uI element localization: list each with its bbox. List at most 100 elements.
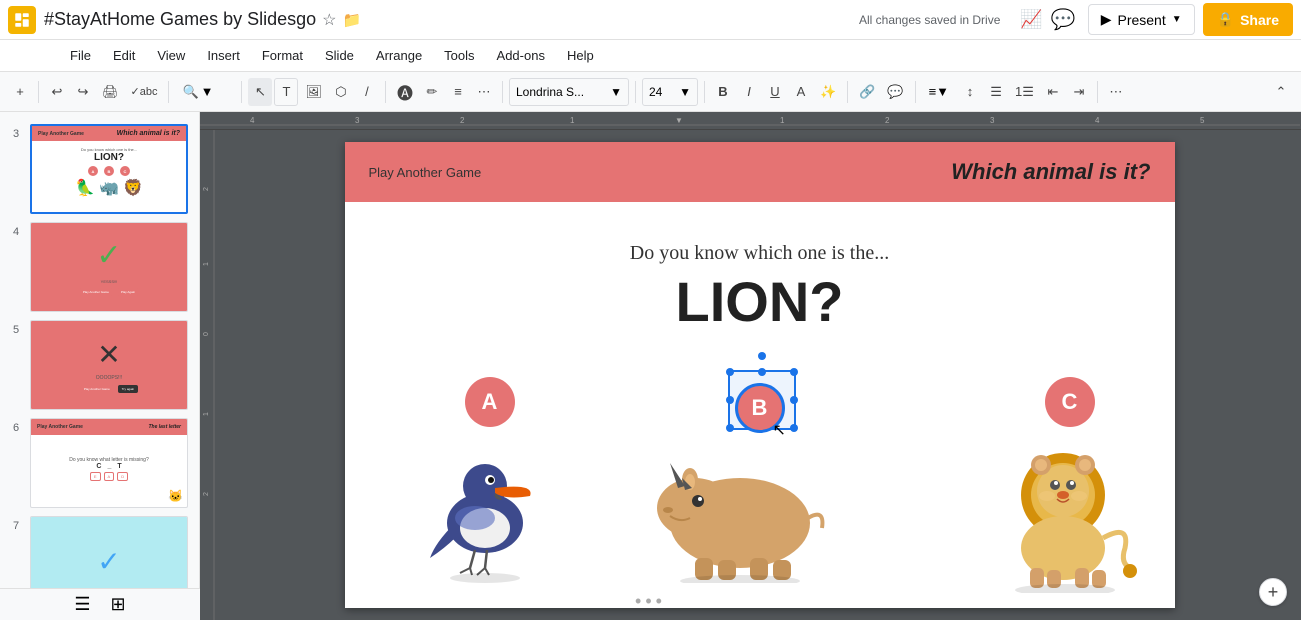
comments-icon[interactable]: 💬 <box>1051 7 1076 32</box>
answer-label-c[interactable]: C <box>1045 377 1095 427</box>
insert-button[interactable]: + <box>8 78 32 106</box>
handle-tl[interactable] <box>726 368 734 376</box>
header-right-text: Which animal is it? <box>951 159 1150 185</box>
answer-label-b[interactable]: B <box>735 383 785 433</box>
menu-addons[interactable]: Add-ons <box>487 44 555 67</box>
numbered-list[interactable]: 1☰ <box>1010 78 1039 106</box>
answer-text: LION? <box>676 269 844 334</box>
fill-color[interactable]: 🅐 <box>392 78 418 106</box>
font-size-arrow: ▼ <box>679 85 691 99</box>
menu-tools[interactable]: Tools <box>434 44 484 67</box>
answer-label-a[interactable]: A <box>465 377 515 427</box>
redo-button[interactable]: ↪ <box>71 78 95 106</box>
underline-button[interactable]: U <box>763 78 787 106</box>
th3-rhino: 🦏 <box>99 178 119 198</box>
present-button[interactable]: ▶ Present ▼ <box>1088 4 1195 35</box>
slide-thumb-5: ✕ OOOOPS!!! Play Another Game Try again <box>30 320 188 410</box>
svg-text:2: 2 <box>203 187 210 191</box>
italic-button[interactable]: I <box>737 78 761 106</box>
align-tool[interactable]: ≡ <box>446 78 470 106</box>
trending-icon: 📈 <box>1020 9 1042 30</box>
text-color-button[interactable]: A <box>789 78 813 106</box>
line-tool[interactable]: / <box>355 78 379 106</box>
handle-tm[interactable] <box>758 368 766 376</box>
menu-bar: File Edit View Insert Format Slide Arran… <box>0 40 1301 72</box>
spellcheck-button[interactable]: ✓abc <box>126 78 163 106</box>
slide-item-5[interactable]: 5 ✕ OOOOPS!!! Play Another Game Try agai… <box>0 316 199 414</box>
cursor-tool[interactable]: ↖ <box>248 78 272 106</box>
menu-view[interactable]: View <box>147 44 195 67</box>
menu-format[interactable]: Format <box>252 44 313 67</box>
sep3 <box>241 81 242 103</box>
link-button[interactable]: 🔗 <box>854 78 880 106</box>
print-button[interactable]: 🖨 <box>97 78 124 106</box>
more-options[interactable]: ⋯ <box>1104 78 1128 106</box>
sep2 <box>168 81 169 103</box>
comment-button[interactable]: 💬 <box>882 78 908 106</box>
zoom-plus-button[interactable]: + <box>1259 578 1287 606</box>
line-spacing[interactable]: ↕ <box>958 78 982 106</box>
canvas-with-ruler: 2 1 0 1 2 Play Another Game Which animal… <box>200 130 1301 620</box>
th4-btn1: Play Another Game <box>79 288 113 296</box>
rotate-handle[interactable] <box>758 352 766 360</box>
th3-circles: A B C <box>88 166 130 176</box>
menu-arrange[interactable]: Arrange <box>366 44 432 67</box>
indent-increase[interactable]: ⇥ <box>1067 78 1091 106</box>
slide-item-6[interactable]: 6 Play Another Game The last letter Do y… <box>0 414 199 512</box>
menu-slide[interactable]: Slide <box>315 44 364 67</box>
slide-item-4[interactable]: 4 ✓ YESSS!!! Play Another Game Play Agai… <box>0 218 199 316</box>
toolbar: + ↩ ↪ 🖨 ✓abc 🔍 ▼ ↖ T 🖼 ⬡ / 🅐 ✏ ≡ ⋯ Londr… <box>0 72 1301 112</box>
zoom-dropdown[interactable]: 🔍 ▼ <box>175 78 235 106</box>
collapse-toolbar[interactable]: ⌃ <box>1269 78 1293 106</box>
bold-button[interactable]: B <box>711 78 735 106</box>
slide-thumb-4: ✓ YESSS!!! Play Another Game Play Again <box>30 222 188 312</box>
menu-insert[interactable]: Insert <box>197 44 250 67</box>
font-size-dropdown[interactable]: 24 ▼ <box>642 78 698 106</box>
star-icon[interactable]: ☆ <box>322 10 336 30</box>
slide-num-7: 7 <box>8 520 24 532</box>
slide-item-3[interactable]: 3 Play Another Game Which animal is it? … <box>0 120 199 218</box>
present-icon: ▶ <box>1101 11 1112 28</box>
th5-btn1: Play Another Game <box>80 385 114 393</box>
ruler-svg: 4 3 2 1 ▼ 1 2 3 4 5 <box>200 112 1300 129</box>
lock-icon: 🔒 <box>1217 11 1234 28</box>
highlight-button[interactable]: ✨ <box>815 78 841 106</box>
line-style[interactable]: ⋯ <box>472 78 496 106</box>
sep6 <box>635 81 636 103</box>
menu-file[interactable]: File <box>60 44 101 67</box>
th3-right: Which animal is it? <box>117 130 180 137</box>
scroll-indicator: ••• <box>635 591 666 612</box>
sep7 <box>704 81 705 103</box>
th5-oops: OOOOPS!!! <box>96 375 122 381</box>
menu-edit[interactable]: Edit <box>103 44 145 67</box>
handle-tr[interactable] <box>790 368 798 376</box>
handle-lm[interactable] <box>726 396 734 404</box>
handle-rm[interactable] <box>790 396 798 404</box>
text-tool[interactable]: T <box>274 78 298 106</box>
undo-button[interactable]: ↩ <box>45 78 69 106</box>
share-button[interactable]: 🔒 Share <box>1203 3 1293 36</box>
svg-text:5: 5 <box>1200 116 1205 125</box>
horizontal-ruler: 4 3 2 1 ▼ 1 2 3 4 5 <box>200 112 1301 130</box>
slide-header: Play Another Game Which animal is it? <box>345 142 1175 202</box>
indent-decrease[interactable]: ⇤ <box>1041 78 1065 106</box>
bullet-list[interactable]: ☰ <box>984 78 1008 106</box>
folder-icon[interactable]: 📁 <box>342 11 361 29</box>
title-area: #StayAtHome Games by Slidesgo ☆ 📁 <box>44 9 851 30</box>
sep10 <box>1097 81 1098 103</box>
slide-viewport: Play Another Game Which animal is it? Do… <box>218 130 1301 620</box>
border-color[interactable]: ✏ <box>420 78 444 106</box>
shape-tool[interactable]: ⬡ <box>329 78 353 106</box>
th3-lion: 🦁 <box>123 178 143 198</box>
font-name-dropdown[interactable]: Londrina S... ▼ <box>509 78 629 106</box>
grid-view-icon[interactable]: ⊞ <box>111 594 126 615</box>
slide-canvas: Play Another Game Which animal is it? Do… <box>345 142 1175 608</box>
image-tool[interactable]: 🖼 <box>300 78 327 106</box>
menu-help[interactable]: Help <box>557 44 604 67</box>
svg-text:1: 1 <box>203 412 210 416</box>
text-align-dropdown[interactable]: ≡▼ <box>922 78 956 106</box>
present-dropdown-icon[interactable]: ▼ <box>1172 14 1182 25</box>
svg-text:3: 3 <box>990 116 995 125</box>
svg-text:2: 2 <box>885 116 890 125</box>
list-view-icon[interactable]: ☰ <box>74 594 90 615</box>
